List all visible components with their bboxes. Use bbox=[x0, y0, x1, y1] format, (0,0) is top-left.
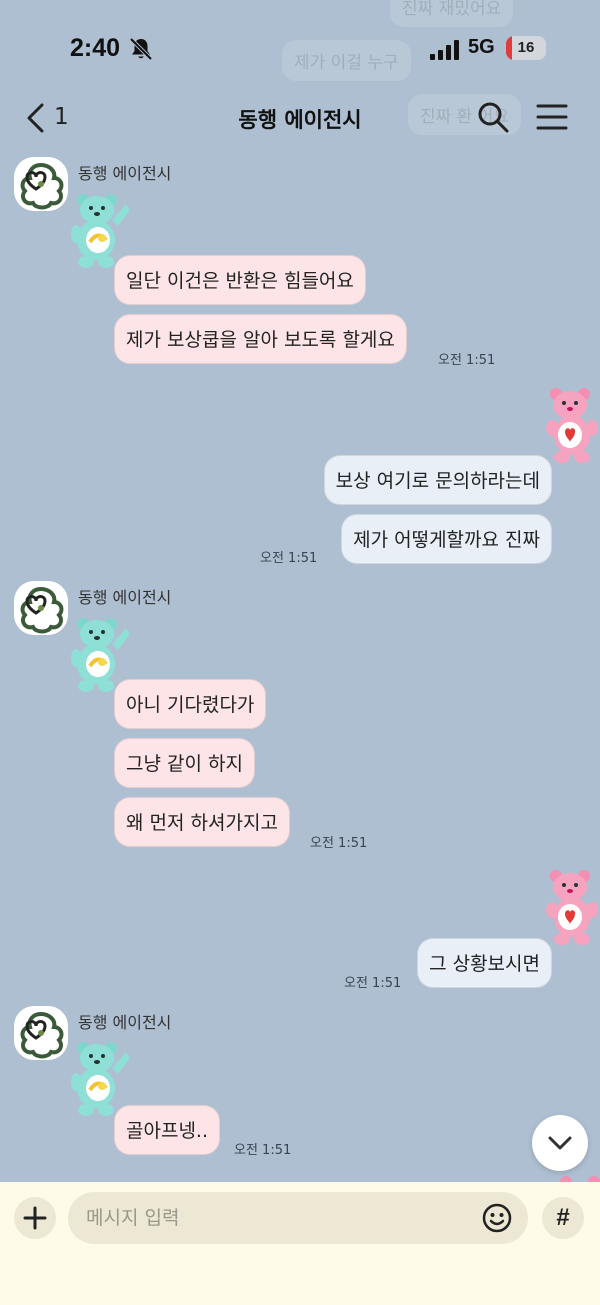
chevron-down-icon bbox=[548, 1136, 572, 1150]
pink-bear-sticker-icon bbox=[538, 384, 600, 464]
message-bubble-incoming[interactable]: 제가 보상쿱을 알아 보도록 할게요 bbox=[114, 314, 407, 364]
chat-header: 1 동행 에이전시 bbox=[0, 90, 600, 150]
search-icon[interactable] bbox=[476, 100, 510, 134]
message-bubble-outgoing[interactable]: 보상 여기로 문의하라는데 bbox=[323, 455, 552, 505]
signal-icon bbox=[430, 40, 459, 60]
pink-bear-sticker-icon bbox=[538, 866, 600, 946]
status-time: 2:40 bbox=[70, 34, 121, 62]
ghost-message: 진짜 재밌어요 bbox=[390, 0, 514, 27]
menu-icon[interactable] bbox=[536, 102, 568, 132]
battery-icon: 16 bbox=[506, 36, 546, 60]
message-bubble-outgoing[interactable]: 제가 어떻게할까요 진짜 bbox=[341, 514, 552, 564]
hashtag-button[interactable]: # bbox=[542, 1197, 584, 1239]
network-label: 5G bbox=[468, 36, 495, 58]
chat-title: 동행 에이전시 bbox=[238, 108, 362, 132]
back-button[interactable]: 1 bbox=[20, 98, 80, 138]
plus-button[interactable] bbox=[14, 1197, 56, 1239]
sender-name: 동행 에이전시 bbox=[78, 164, 172, 183]
avatar[interactable] bbox=[14, 157, 68, 211]
message-timestamp: 오전 1:51 bbox=[438, 353, 496, 368]
avatar[interactable] bbox=[14, 581, 68, 635]
message-bubble-outgoing[interactable]: 그 상황보시면 bbox=[417, 938, 552, 988]
back-chevron-icon bbox=[27, 103, 44, 133]
bell-off-icon bbox=[129, 37, 153, 61]
sender-name: 동행 에이전시 bbox=[78, 588, 172, 607]
emoji-icon[interactable] bbox=[482, 1203, 512, 1233]
battery-percent: 16 bbox=[517, 39, 535, 56]
avatar-logo-icon bbox=[14, 581, 68, 635]
scroll-to-bottom-button[interactable] bbox=[532, 1115, 588, 1171]
message-bubble-incoming[interactable]: 왜 먼저 하셔가지고 bbox=[114, 797, 290, 847]
plus-icon bbox=[23, 1206, 47, 1230]
message-timestamp: 오전 1:51 bbox=[310, 836, 368, 851]
message-timestamp: 오전 1:51 bbox=[234, 1143, 292, 1158]
message-timestamp: 오전 1:51 bbox=[260, 551, 318, 566]
avatar-logo-icon bbox=[14, 1006, 68, 1060]
message-bubble-incoming[interactable]: 일단 이건은 반환은 힘들어요 bbox=[114, 255, 366, 305]
avatar-logo-icon bbox=[14, 157, 68, 211]
input-area: # bbox=[0, 1182, 600, 1305]
unread-count: 1 bbox=[54, 104, 69, 130]
avatar[interactable] bbox=[14, 1006, 68, 1060]
message-timestamp: 오전 1:51 bbox=[344, 976, 402, 991]
message-bubble-incoming[interactable]: 그냥 같이 하지 bbox=[114, 738, 255, 788]
message-bubble-incoming[interactable]: 아니 기다렸다가 bbox=[114, 679, 267, 729]
message-bubble-incoming[interactable]: 골아프넹.. bbox=[114, 1105, 220, 1155]
sender-name: 동행 에이전시 bbox=[78, 1013, 172, 1032]
message-input[interactable] bbox=[68, 1192, 528, 1244]
ghost-message: 제가 이걸 누구 bbox=[282, 40, 411, 81]
